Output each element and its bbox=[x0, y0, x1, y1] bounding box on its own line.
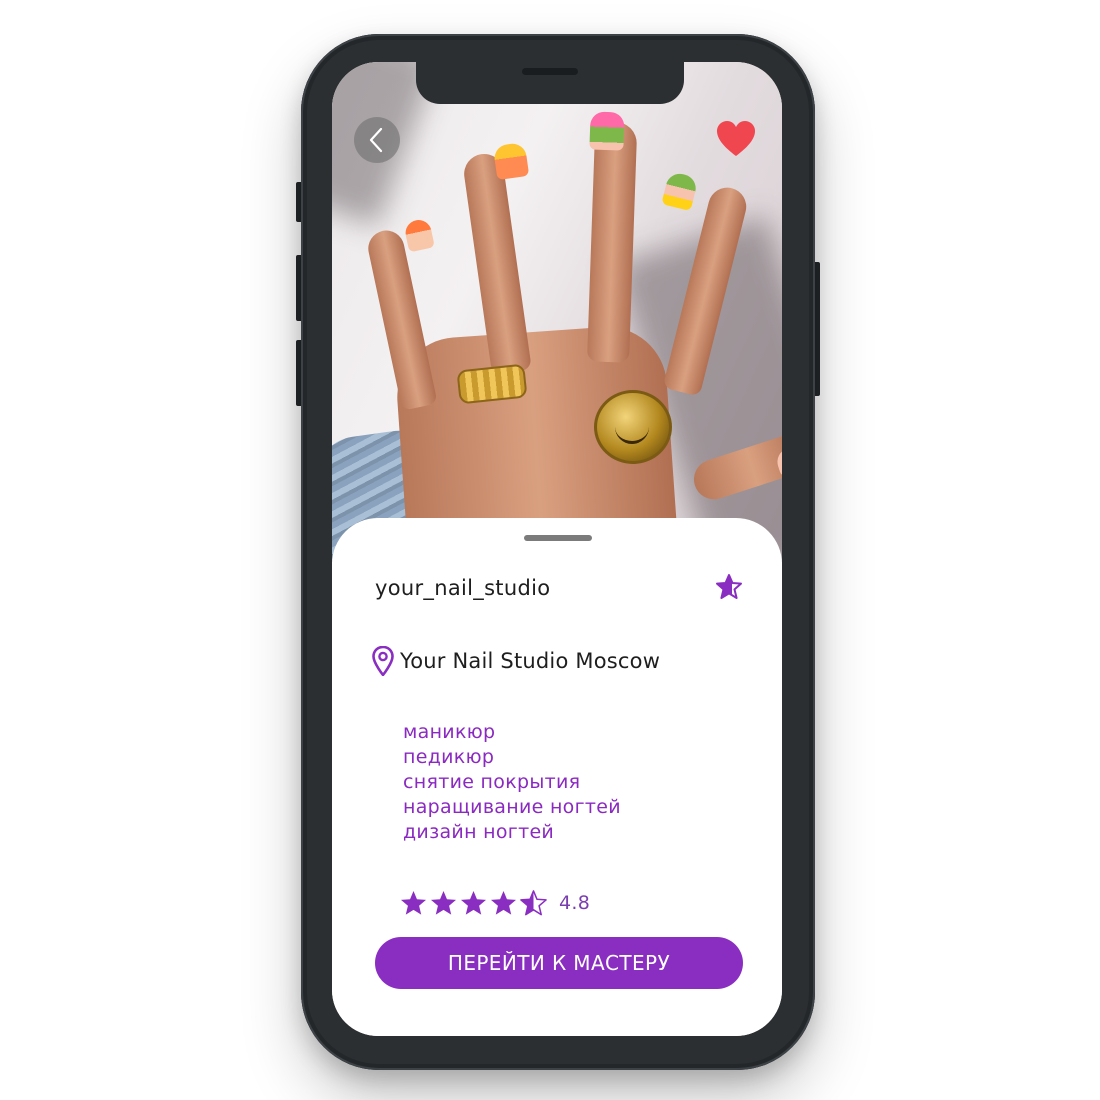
gold-band-ring bbox=[456, 363, 528, 405]
nail-middle bbox=[589, 111, 625, 151]
studio-username: your_nail_studio bbox=[375, 576, 551, 600]
nail-index bbox=[661, 170, 699, 212]
finger-middle bbox=[587, 121, 638, 363]
services-list: маникюр педикюр снятие покрытия наращива… bbox=[403, 720, 621, 845]
star-icon bbox=[400, 890, 427, 915]
star-icon bbox=[490, 890, 517, 915]
location-pin-icon bbox=[372, 646, 394, 676]
star-icon[interactable] bbox=[715, 573, 743, 601]
heart-icon bbox=[717, 121, 755, 156]
list-item: снятие покрытия bbox=[403, 771, 581, 793]
star-icon bbox=[430, 890, 457, 915]
go-to-master-button[interactable]: ПЕРЕЙТИ К МАСТЕРУ bbox=[375, 937, 743, 989]
speaker-grille bbox=[522, 68, 578, 75]
location-label: Your Nail Studio Moscow bbox=[400, 649, 661, 673]
star-icon bbox=[460, 890, 487, 915]
rating-value: 4.8 bbox=[559, 892, 591, 914]
notch bbox=[416, 62, 684, 104]
favorite-button[interactable] bbox=[716, 120, 756, 158]
smiley-signet-ring bbox=[594, 390, 672, 464]
back-button[interactable] bbox=[354, 117, 400, 163]
sheet-grabber[interactable] bbox=[524, 535, 592, 541]
nail-pinky bbox=[403, 217, 435, 253]
nail-ring bbox=[492, 141, 530, 181]
list-item: педикюр bbox=[403, 746, 495, 768]
finger-pinky bbox=[364, 227, 438, 411]
stage: your_nail_studio Your Nail Studio Moscow bbox=[0, 0, 1100, 1100]
profile-sheet: your_nail_studio Your Nail Studio Moscow bbox=[332, 518, 782, 1036]
rating-row: 4.8 bbox=[400, 890, 590, 916]
half-star-icon bbox=[520, 890, 547, 916]
list-item: маникюр bbox=[403, 721, 496, 743]
location-row[interactable]: Your Nail Studio Moscow bbox=[372, 646, 660, 676]
phone-screen: your_nail_studio Your Nail Studio Moscow bbox=[332, 62, 782, 1036]
chevron-left-icon bbox=[369, 127, 383, 153]
list-item: наращивание ногтей bbox=[403, 796, 621, 818]
list-item: дизайн ногтей bbox=[403, 821, 555, 843]
